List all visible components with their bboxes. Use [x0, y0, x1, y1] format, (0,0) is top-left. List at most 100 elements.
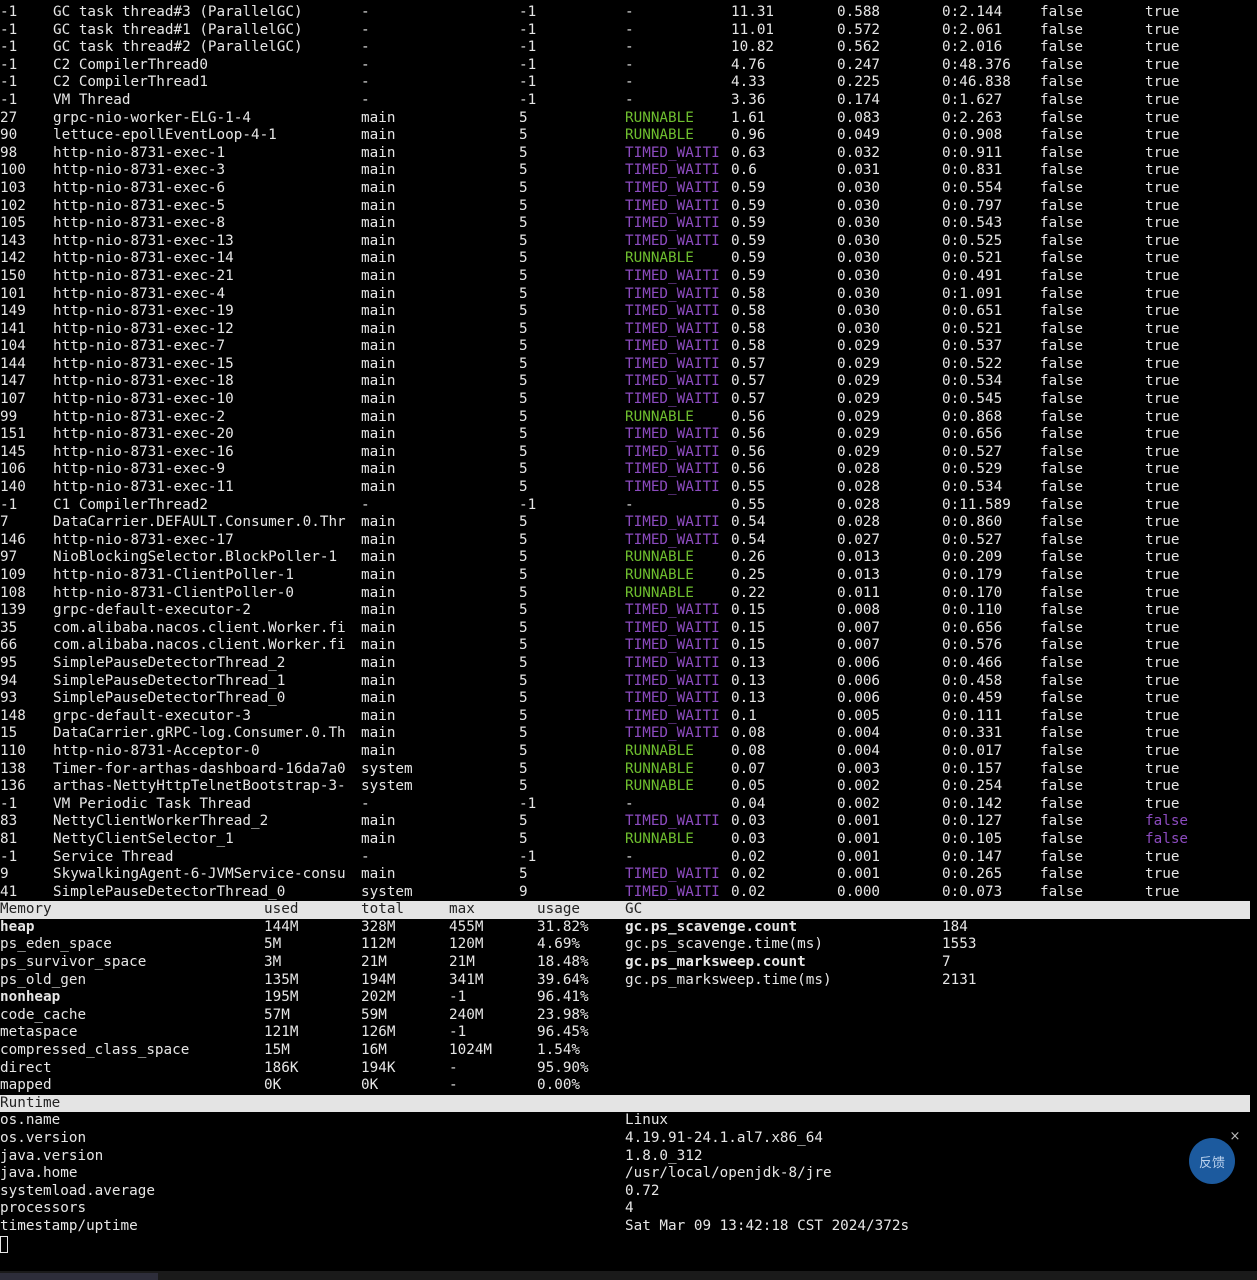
- thread-cpu: 0.02: [731, 883, 766, 900]
- thread-delta-time: 0.031: [837, 162, 881, 179]
- thread-interrupted: false: [1040, 690, 1084, 707]
- thread-id: 102: [0, 197, 26, 214]
- thread-interrupted: false: [1040, 514, 1084, 531]
- thread-name: DataCarrier.DEFAULT.Consumer.0.Thr: [53, 514, 346, 531]
- thread-priority: -1: [519, 21, 537, 38]
- thread-priority: -1: [519, 56, 537, 73]
- thread-interrupted: false: [1040, 549, 1084, 566]
- terminal-cursor[interactable]: [0, 1236, 8, 1253]
- memory-name: mapped: [0, 1077, 52, 1094]
- thread-state: TIMED_WAITI: [625, 514, 720, 531]
- thread-daemon: true: [1145, 373, 1180, 390]
- thread-interrupted: false: [1040, 232, 1084, 249]
- thread-daemon: true: [1145, 795, 1180, 812]
- memory-name: ps_survivor_space: [0, 954, 147, 971]
- thread-group: system: [361, 883, 413, 900]
- thread-row: -1 C2 CompilerThread0 - -1 - 4.76 0.247 0:48.37…: [0, 57, 1250, 75]
- thread-name: com.alibaba.nacos.client.Worker.fi: [53, 619, 346, 636]
- thread-time: 0:0.534: [942, 479, 1003, 496]
- thread-interrupted: false: [1040, 338, 1084, 355]
- thread-cpu: 0.56: [731, 426, 766, 443]
- thread-interrupted: false: [1040, 21, 1084, 38]
- thread-time: 0:0.110: [942, 602, 1003, 619]
- thread-group: main: [361, 654, 396, 671]
- thread-state: TIMED_WAITI: [625, 602, 720, 619]
- thread-state: TIMED_WAITI: [625, 162, 720, 179]
- thread-state: RUNNABLE: [625, 250, 694, 267]
- memory-max: 341M: [449, 971, 484, 988]
- thread-interrupted: false: [1040, 672, 1084, 689]
- thread-interrupted: false: [1040, 109, 1084, 126]
- thread-row: 101 http-nio-8731-exec-4 main 5 TIMED_WAITI 0…: [0, 286, 1250, 304]
- thread-interrupted: false: [1040, 479, 1084, 496]
- terminal-output: -1 GC task thread#3 (ParallelGC) - -1 - 11.31…: [0, 4, 1250, 1236]
- thread-id: 136: [0, 778, 26, 795]
- thread-id: -1: [0, 4, 18, 20]
- thread-name: http-nio-8731-exec-7: [53, 338, 226, 355]
- terminal-tab[interactable]: [0, 1273, 158, 1280]
- thread-delta-time: 0.174: [837, 91, 881, 108]
- thread-group: main: [361, 479, 396, 496]
- thread-name: SimplePauseDetectorThread_2: [53, 654, 286, 671]
- gc-value: 7: [942, 954, 951, 971]
- thread-priority: 5: [519, 303, 528, 320]
- thread-id: 103: [0, 179, 26, 196]
- thread-group: -: [361, 39, 370, 56]
- thread-daemon: true: [1145, 338, 1180, 355]
- thread-group: main: [361, 707, 396, 724]
- thread-priority: 5: [519, 637, 528, 654]
- thread-id: 35: [0, 619, 18, 636]
- thread-id: 143: [0, 232, 26, 249]
- thread-cpu: 0.6: [731, 162, 757, 179]
- thread-daemon: true: [1145, 21, 1180, 38]
- thread-daemon: true: [1145, 179, 1180, 196]
- thread-interrupted: false: [1040, 883, 1084, 900]
- thread-delta-time: 0.001: [837, 813, 881, 830]
- thread-interrupted: false: [1040, 619, 1084, 636]
- thread-group: main: [361, 619, 396, 636]
- runtime-table: os.name Linux os.version 4.19.91-24.1.al7.x…: [0, 1112, 1250, 1235]
- close-icon[interactable]: ×: [1228, 1130, 1242, 1144]
- thread-priority: -1: [519, 39, 537, 56]
- thread-time: 0:0.073: [942, 883, 1003, 900]
- thread-priority: 9: [519, 883, 528, 900]
- memory-max: -1: [449, 1024, 467, 1041]
- feedback-button[interactable]: 反馈: [1189, 1138, 1235, 1184]
- thread-row: 9 SkywalkingAgent-6-JVMService-consu main 5…: [0, 866, 1250, 884]
- thread-cpu: 0.59: [731, 197, 766, 214]
- thread-state: TIMED_WAITI: [625, 144, 720, 161]
- thread-group: main: [361, 584, 396, 601]
- thread-time: 0:0.576: [942, 637, 1003, 654]
- thread-daemon: true: [1145, 426, 1180, 443]
- memory-total: 202M: [361, 989, 396, 1006]
- thread-time: 0:1.627: [942, 91, 1003, 108]
- thread-delta-time: 0.007: [837, 637, 881, 654]
- thread-delta-time: 0.001: [837, 830, 881, 847]
- thread-interrupted: false: [1040, 725, 1084, 742]
- thread-time: 0:0.527: [942, 443, 1003, 460]
- thread-cpu: 0.04: [731, 795, 766, 812]
- thread-id: 150: [0, 267, 26, 284]
- thread-row: 102 http-nio-8731-exec-5 main 5 TIMED_WAITI 0…: [0, 198, 1250, 216]
- thread-daemon: true: [1145, 127, 1180, 144]
- memory-used: 186K: [264, 1059, 299, 1076]
- thread-delta-time: 0.029: [837, 426, 881, 443]
- thread-name: http-nio-8731-exec-6: [53, 179, 226, 196]
- thread-id: 41: [0, 883, 18, 900]
- thread-time: 0:2.144: [942, 4, 1003, 20]
- thread-name: http-nio-8731-exec-9: [53, 461, 226, 478]
- thread-daemon: true: [1145, 303, 1180, 320]
- thread-state: TIMED_WAITI: [625, 285, 720, 302]
- thread-daemon: true: [1145, 215, 1180, 232]
- memory-used: 0K: [264, 1077, 282, 1094]
- thread-interrupted: false: [1040, 91, 1084, 108]
- thread-name: http-nio-8731-Acceptor-0: [53, 742, 260, 759]
- thread-name: C2 CompilerThread0: [53, 56, 208, 73]
- thread-daemon: true: [1145, 320, 1180, 337]
- thread-name: http-nio-8731-exec-16: [53, 443, 234, 460]
- thread-cpu: 0.15: [731, 602, 766, 619]
- thread-delta-time: 0.002: [837, 778, 881, 795]
- memory-row: nonheap 195M 202M -1 96.41%: [0, 989, 1250, 1007]
- thread-time: 0:0.534: [942, 373, 1003, 390]
- thread-interrupted: false: [1040, 74, 1084, 91]
